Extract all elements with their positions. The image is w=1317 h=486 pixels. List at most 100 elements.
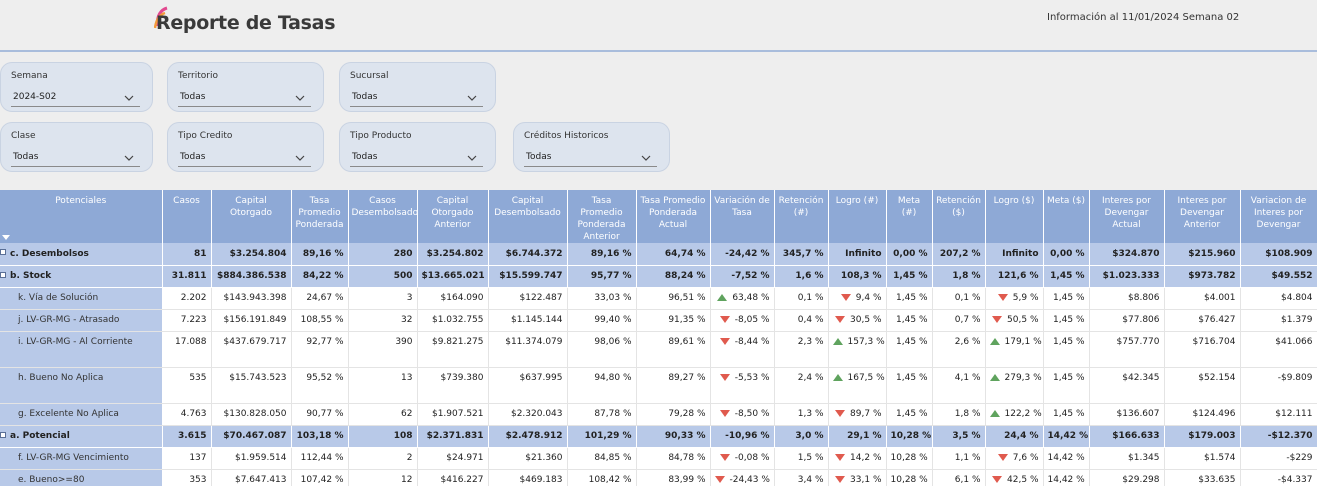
cell-value: 1,45 % <box>896 409 928 419</box>
filter-dropdown[interactable]: Todas <box>524 149 657 167</box>
trend-down-icon <box>719 410 730 417</box>
cell-value: $2.320.043 <box>510 409 563 419</box>
group-row[interactable]: b. Stock 31.811 $884.386.538 84,22 % 500 $13.… <box>0 265 1317 288</box>
cell-value: 92,77 % <box>306 336 344 347</box>
row-label: c. Desembolsos <box>0 243 163 266</box>
table-cell: $437.679.717 <box>211 331 292 368</box>
column-header[interactable]: Casos Desembolsados <box>348 190 418 243</box>
table-cell: $973.782 <box>1164 265 1241 288</box>
column-header[interactable]: Tasa Promedio Ponderada <box>291 190 349 243</box>
table-cell: -8,44 % <box>710 331 775 368</box>
group-row[interactable]: c. Desembolsos 81 $3.254.804 89,16 % 280 $3.2… <box>0 243 1317 266</box>
table-cell: 1,1 % <box>932 447 986 470</box>
filter-clase[interactable]: Clase Todas <box>0 122 153 172</box>
table-row[interactable]: h. Bueno No Aplica 535 $15.743.523 95,52 % 1… <box>0 367 1317 404</box>
table-cell: 63,48 % <box>710 287 775 310</box>
column-header[interactable]: Capital Otorgado Anterior <box>417 190 489 243</box>
row-label: f. LV-GR-MG Vencimiento <box>0 447 163 470</box>
table-cell: $41.066 <box>1240 331 1317 368</box>
table-row[interactable]: f. LV-GR-MG Vencimiento 137 $1.959.514 112,… <box>0 447 1317 470</box>
column-header[interactable]: Capital Otorgado <box>211 190 292 243</box>
column-header[interactable]: Retención (#) <box>774 190 829 243</box>
cell-value: 1,45 % <box>896 372 928 383</box>
cell-value: $70.467.087 <box>223 431 287 441</box>
trend-down-icon <box>997 454 1008 461</box>
column-header[interactable]: Potenciales <box>0 190 163 243</box>
filter-sucursal[interactable]: Sucursal Todas <box>339 62 496 112</box>
column-header[interactable]: Interes por Devengar Actual <box>1089 190 1165 243</box>
rates-matrix[interactable]: Potenciales Casos Capital Otorgado Tasa Pro… <box>0 190 1317 486</box>
table-cell: $143.943.398 <box>211 287 292 310</box>
table-row[interactable]: g. Excelente No Aplica 4.763 $130.828.050 9… <box>0 403 1317 426</box>
table-cell: 50,5 % <box>985 309 1044 332</box>
cell-value: 1,45 % <box>1050 271 1085 281</box>
table-cell: 10,28 % <box>886 447 933 470</box>
column-header[interactable]: Capital Desembolsado <box>488 190 568 243</box>
cell-value: 7.223 <box>180 315 207 325</box>
filter-semana[interactable]: Semana 2024-S02 <box>0 62 153 112</box>
chevron-down-icon <box>467 155 477 161</box>
table-cell: 1,3 % <box>774 403 829 426</box>
table-row[interactable]: i. LV-GR-MG - Al Corriente 17.088 $437.679… <box>0 331 1317 368</box>
cell-value: $4.804 <box>1281 293 1313 303</box>
table-cell: 29,1 % <box>828 425 887 448</box>
filter-dropdown[interactable]: Todas <box>178 89 311 107</box>
expand-collapse-icon[interactable] <box>0 271 6 278</box>
table-cell: -10,96 % <box>710 425 775 448</box>
cell-value: 3,4 % <box>797 475 824 485</box>
column-header[interactable]: Meta ($) <box>1043 190 1090 243</box>
table-cell: -24,43 % <box>710 469 775 486</box>
table-cell: 42,5 % <box>985 469 1044 486</box>
cell-value: $4.001 <box>1204 293 1236 303</box>
filter-dropdown[interactable]: 2024-S02 <box>11 89 140 107</box>
cell-value: -$4.337 <box>1277 475 1313 485</box>
column-header[interactable]: Variacion de Interes por Devengar <box>1240 190 1317 243</box>
cell-value: $1.023.333 <box>1102 271 1160 281</box>
table-row[interactable]: j. LV-GR-MG - Atrasado 7.223 $156.191.849 1… <box>0 309 1317 332</box>
cell-value: 83,99 % <box>668 475 706 485</box>
filter-dropdown[interactable]: Todas <box>11 149 140 167</box>
filter-territorio[interactable]: Territorio Todas <box>167 62 324 112</box>
filter-dropdown[interactable]: Todas <box>350 149 483 167</box>
expand-collapse-icon[interactable] <box>0 249 6 255</box>
table-cell: 90,33 % <box>636 425 711 448</box>
chevron-down-icon <box>467 95 477 101</box>
header-divider <box>0 50 1317 52</box>
table-cell: 89,27 % <box>636 367 711 404</box>
expand-collapse-icon[interactable] <box>0 431 6 438</box>
table-row[interactable]: e. Bueno>=80 353 $7.647.413 107,42 % 12 $416.… <box>0 469 1317 486</box>
cell-value: b. Stock <box>10 271 52 281</box>
cell-value: 101,29 % <box>584 431 632 441</box>
cell-value: 90,33 % <box>664 431 706 441</box>
cell-value: $164.090 <box>440 293 484 303</box>
table-cell: -8,50 % <box>710 403 775 426</box>
column-header[interactable]: Retención ($) <box>932 190 986 243</box>
filter-tipo-producto[interactable]: Tipo Producto Todas <box>339 122 496 172</box>
column-header[interactable]: Casos <box>162 190 212 243</box>
cell-value: 1,45 % <box>1053 336 1085 347</box>
column-header[interactable]: Meta (#) <box>886 190 933 243</box>
filter-creditos-historicos[interactable]: Créditos Historicos Todas <box>513 122 670 172</box>
column-header[interactable]: Interes por Devengar Anterior <box>1164 190 1241 243</box>
table-cell: 3,4 % <box>774 469 829 486</box>
table-cell: 79,28 % <box>636 403 711 426</box>
filter-dropdown[interactable]: Todas <box>350 89 483 107</box>
sort-arrow-icon[interactable] <box>2 235 10 240</box>
column-header[interactable]: Tasa Promedio Ponderada Anterior <box>567 190 637 243</box>
cell-value: $1.574 <box>1204 453 1236 463</box>
group-row[interactable]: a. Potencial 3.615 $70.467.087 103,18 % 108 $… <box>0 425 1317 448</box>
table-cell: $136.607 <box>1089 403 1165 426</box>
trend-down-icon <box>840 294 851 301</box>
cell-value: 84,22 % <box>302 271 344 281</box>
filter-tipo-credito[interactable]: Tipo Credito Todas <box>167 122 324 172</box>
filter-dropdown[interactable]: Todas <box>178 149 311 167</box>
column-header[interactable]: Variación de Tasa <box>710 190 775 243</box>
cell-value: 103,18 % <box>296 431 344 441</box>
table-row[interactable]: k. Vía de Solución 2.202 $143.943.398 24,67… <box>0 287 1317 310</box>
cell-value: $11.374.079 <box>505 336 563 347</box>
column-header[interactable]: Logro ($) <box>985 190 1044 243</box>
table-cell: 0,7 % <box>932 309 986 332</box>
column-header[interactable]: Logro (#) <box>828 190 887 243</box>
column-header[interactable]: Tasa Promedio Ponderada Actual <box>636 190 711 243</box>
cell-value: f. LV-GR-MG Vencimiento <box>18 453 129 463</box>
